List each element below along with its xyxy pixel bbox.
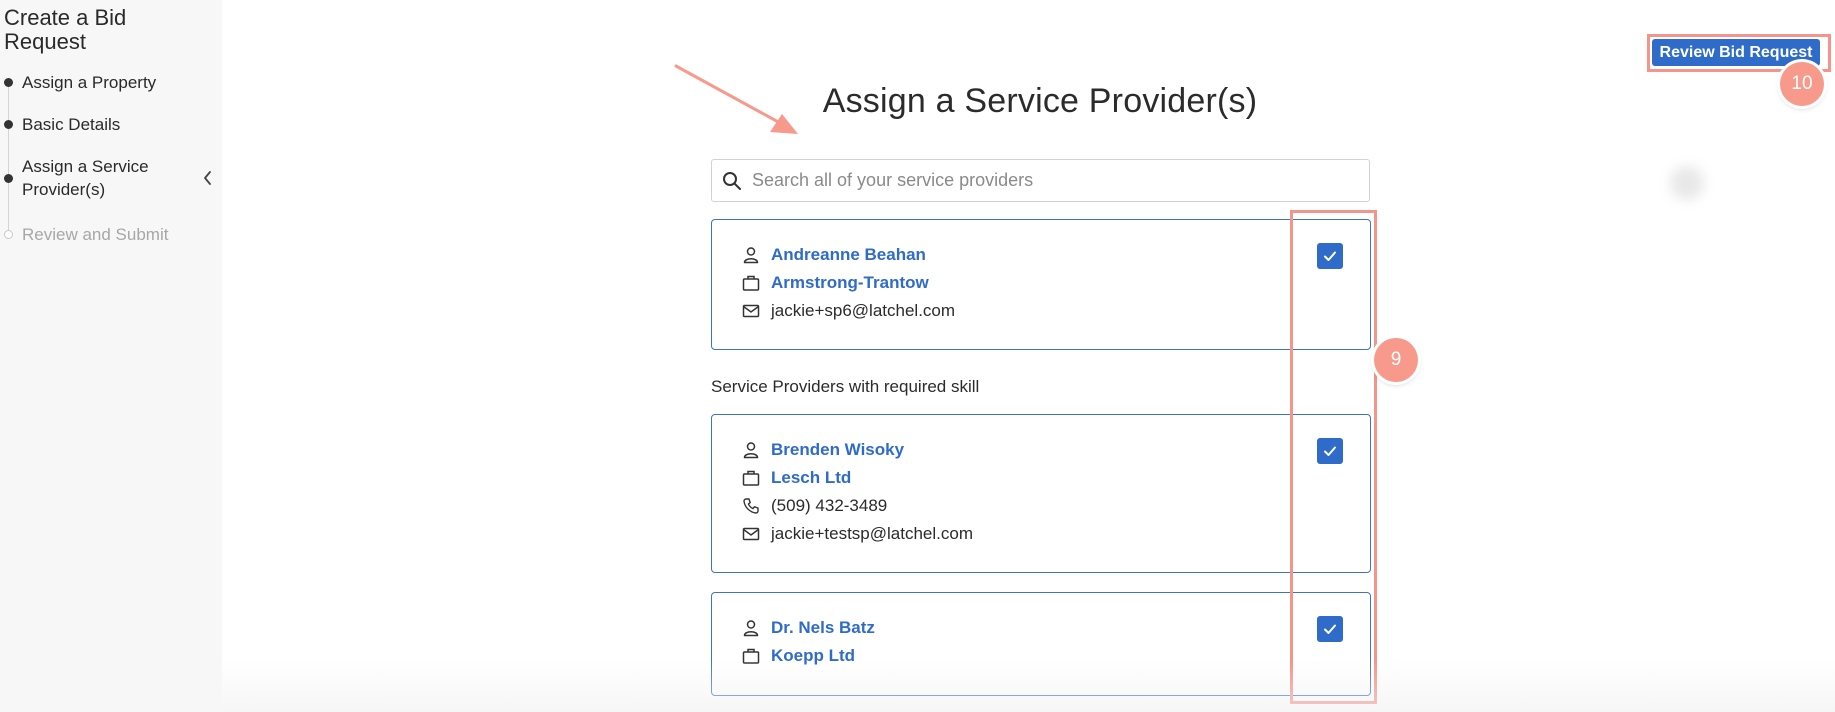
phone-icon: [741, 496, 761, 516]
person-icon: [741, 618, 761, 638]
provider-company-row: Lesch Ltd: [741, 466, 851, 490]
provider-name-row: Dr. Nels Batz: [741, 616, 875, 640]
provider-phone: (509) 432-3489: [771, 496, 888, 515]
blurred-element: [1670, 166, 1704, 200]
step-label: Assign a Service Provider(s): [22, 157, 149, 199]
person-icon: [741, 440, 761, 460]
search-box[interactable]: [711, 159, 1370, 202]
person-icon: [741, 245, 761, 265]
search-icon: [722, 171, 742, 191]
step-dot-icon: [4, 230, 13, 239]
provider-company-row: Armstrong-Trantow: [741, 271, 929, 295]
provider-company-link[interactable]: Lesch Ltd: [771, 468, 851, 488]
briefcase-icon: [741, 273, 761, 293]
section-label: Service Providers with required skill: [711, 377, 980, 396]
provider-email: jackie+sp6@latchel.com: [771, 301, 956, 320]
search-input[interactable]: [750, 169, 1369, 192]
chevron-left-icon: [204, 171, 211, 185]
checkmark-icon: [1324, 624, 1336, 634]
collapse-sidebar-button[interactable]: [200, 168, 216, 188]
sidebar: Create a Bid Request Assign a Property B…: [0, 0, 222, 712]
step-label: Assign a Property: [22, 73, 157, 92]
briefcase-icon: [741, 646, 761, 666]
checkmark-icon: [1324, 251, 1336, 261]
provider-card[interactable]: Andreanne Beahan Armstrong-Trantow jacki…: [711, 219, 1371, 350]
provider-card[interactable]: Dr. Nels Batz Koepp Ltd: [711, 592, 1371, 696]
step-label: Review and Submit: [22, 225, 169, 244]
provider-company-row: Koepp Ltd: [741, 644, 855, 668]
page-title: Assign a Service Provider(s): [822, 82, 1258, 120]
step-label: Basic Details: [22, 115, 121, 134]
select-provider-checkbox[interactable]: [1317, 616, 1343, 642]
checkmark-icon: [1324, 446, 1336, 456]
provider-email: jackie+testsp@latchel.com: [771, 524, 973, 543]
provider-email-row: jackie+testsp@latchel.com: [741, 522, 973, 546]
step-dot-icon: [4, 174, 13, 183]
provider-name-link[interactable]: Dr. Nels Batz: [771, 618, 875, 638]
step-connector: [8, 84, 9, 234]
provider-phone-row: (509) 432-3489: [741, 494, 887, 518]
provider-card[interactable]: Brenden Wisoky Lesch Ltd (509) 432-3489 …: [711, 414, 1371, 573]
select-provider-checkbox[interactable]: [1317, 243, 1343, 269]
provider-name-row: Brenden Wisoky: [741, 438, 904, 462]
step-dot-icon: [4, 120, 13, 129]
step-dot-icon: [4, 78, 13, 87]
provider-email-row: jackie+sp6@latchel.com: [741, 299, 955, 323]
step-badge-review: 10: [1780, 62, 1824, 106]
sidebar-title: Create a Bid Request: [4, 5, 127, 54]
email-icon: [741, 524, 761, 544]
provider-name-row: Andreanne Beahan: [741, 243, 926, 267]
provider-company-link[interactable]: Armstrong-Trantow: [771, 273, 929, 293]
provider-name-link[interactable]: Brenden Wisoky: [771, 440, 904, 460]
provider-name-link[interactable]: Andreanne Beahan: [771, 245, 926, 265]
email-icon: [741, 301, 761, 321]
briefcase-icon: [741, 468, 761, 488]
step-badge-checkboxes: 9: [1374, 338, 1418, 382]
provider-company-link[interactable]: Koepp Ltd: [771, 646, 855, 666]
select-provider-checkbox[interactable]: [1317, 438, 1343, 464]
